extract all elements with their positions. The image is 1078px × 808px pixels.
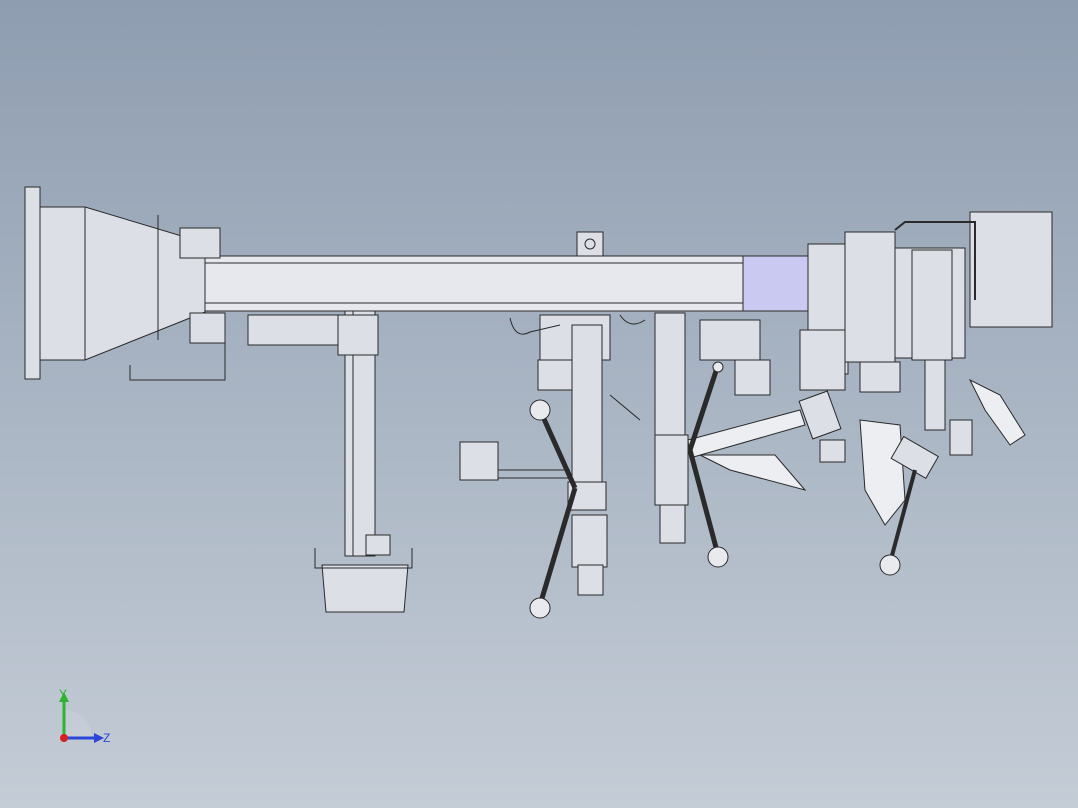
ball-knob: [712, 361, 724, 373]
beam-end-cap: [742, 255, 809, 312]
ball-knob: [707, 546, 729, 568]
lever-rod-2: [537, 487, 578, 606]
head-housing-4: [969, 211, 1053, 328]
bottom-basket: [321, 564, 409, 613]
side-attachment: [459, 441, 499, 481]
top-bracket: [576, 231, 604, 257]
3d-viewport[interactable]: Y Z: [0, 0, 1078, 808]
cad-assembly-model[interactable]: [0, 0, 1078, 808]
head-housing-2: [844, 231, 896, 363]
coordinate-triad: [59, 692, 104, 743]
gripper-head-1: [571, 514, 608, 568]
gripper-arm-1: [571, 324, 603, 486]
hose: [619, 314, 646, 325]
mount-flange: [24, 186, 41, 380]
y-axis-label: Y: [59, 687, 68, 701]
mid-block-2: [654, 312, 686, 439]
z-axis-label: Z: [103, 731, 111, 745]
claw-2: [968, 378, 1026, 446]
ball-knob: [879, 554, 901, 576]
gripper-arm-2: [654, 434, 689, 506]
claw-1: [859, 419, 906, 526]
under-block: [247, 314, 344, 346]
diagonal-rail: [687, 409, 806, 459]
hose: [609, 394, 641, 421]
lever-rod-3: [687, 449, 721, 556]
lever-rod-1: [537, 408, 578, 490]
clamp-top: [179, 227, 221, 259]
x-axis-dot: [60, 734, 68, 742]
clamp-bottom: [189, 312, 226, 344]
ball-knob: [529, 597, 551, 619]
ball-knob: [529, 399, 551, 421]
